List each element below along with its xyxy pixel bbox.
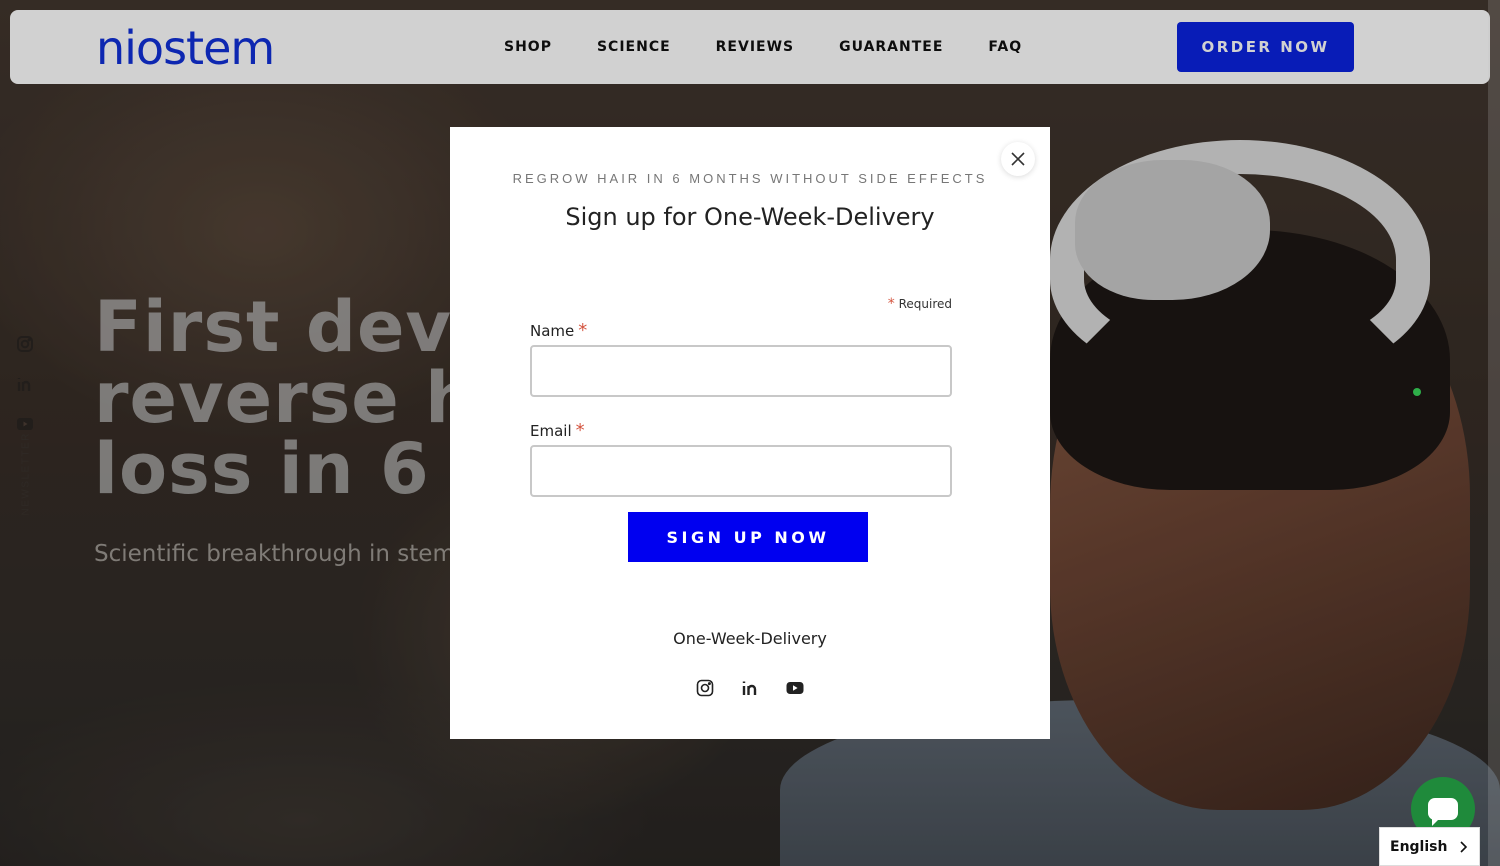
name-field[interactable] bbox=[530, 345, 952, 397]
linkedin-icon[interactable] bbox=[741, 679, 761, 699]
email-label: Email * bbox=[530, 420, 585, 441]
required-label: Required bbox=[898, 297, 952, 311]
email-field[interactable] bbox=[530, 445, 952, 497]
signup-modal: REGROW HAIR IN 6 MONTHS WITHOUT SIDE EFF… bbox=[450, 127, 1050, 739]
name-required-star: * bbox=[578, 320, 588, 341]
chevron-right-icon bbox=[1460, 841, 1468, 853]
required-star: * bbox=[887, 296, 895, 312]
instagram-icon[interactable] bbox=[696, 679, 716, 699]
brand-line: One-Week-Delivery bbox=[673, 629, 827, 648]
language-selector[interactable]: English bbox=[1379, 827, 1480, 866]
modal-title: Sign up for One-Week-Delivery bbox=[565, 203, 935, 231]
name-label: Name * bbox=[530, 320, 587, 341]
required-note: * Required bbox=[530, 296, 952, 312]
youtube-icon[interactable] bbox=[786, 679, 806, 699]
close-icon bbox=[1011, 152, 1025, 166]
chat-icon bbox=[1428, 798, 1458, 826]
language-label: English bbox=[1390, 838, 1448, 855]
name-label-text: Name bbox=[530, 322, 575, 340]
email-required-star: * bbox=[575, 420, 585, 441]
modal-eyebrow: REGROW HAIR IN 6 MONTHS WITHOUT SIDE EFF… bbox=[512, 171, 988, 186]
sign-up-button[interactable]: SIGN UP NOW bbox=[628, 512, 868, 562]
email-label-text: Email bbox=[530, 422, 572, 440]
